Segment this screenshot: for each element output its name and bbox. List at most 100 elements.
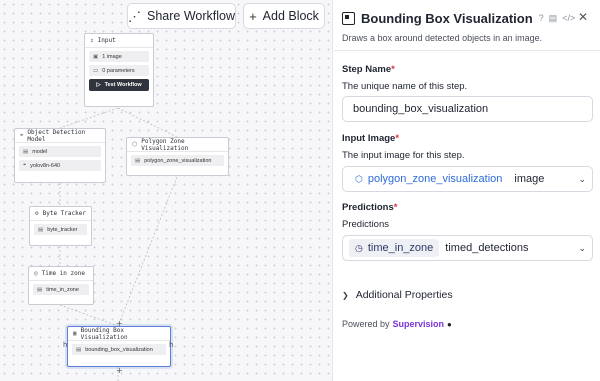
step-reference-chip: ⬡ polygon_zone_visualization: [349, 170, 508, 188]
input-image-help: The input image for this step.: [342, 150, 465, 161]
node-row: ▤ byte_tracker: [34, 224, 87, 235]
edge-input-detection: [59, 107, 119, 129]
node-time-in-zone[interactable]: ◷ Time in zone ▤ time_in_zone: [28, 266, 94, 305]
node-row-label: yolov8n-640: [30, 162, 61, 169]
node-title: Time in zone: [41, 270, 85, 277]
block-icon: ▤: [38, 226, 44, 233]
node-header: ◷ Time in zone: [29, 267, 93, 281]
tracker-icon: ⚙: [35, 210, 39, 217]
test-workflow-button[interactable]: ▷ Test Workflow: [89, 79, 149, 91]
node-row-label: 0 parameters: [102, 67, 135, 74]
block-properties-panel: Bounding Box Visualization ? ▤ </> ✕ Dra…: [334, 0, 600, 381]
predictions-value: timed_detections: [445, 242, 529, 254]
node-row-label: bounding_box_visualization: [85, 346, 153, 353]
node-header: ↥ Input: [85, 34, 153, 48]
node-row: ▤ polygon_zone_visualization: [131, 155, 224, 166]
node-title: Polygon Zone Visualization: [141, 137, 189, 152]
share-icon: ⋰: [128, 8, 141, 24]
help-icon[interactable]: ?: [539, 13, 544, 23]
weights-icon: ⌖: [23, 162, 27, 168]
step-name-label-text: Step Name: [342, 64, 392, 75]
chip-label: polygon_zone_visualization: [367, 173, 503, 185]
edge-time-bbox: [59, 304, 119, 327]
predictions-label: Predictions*: [342, 202, 397, 213]
node-object-detection[interactable]: ⌖ Object Detection Model ▤ model ⌖ yolov…: [14, 128, 106, 183]
node-header: ⬡ Polygon Zone Visualization: [127, 138, 228, 152]
node-row-label: byte_tracker: [47, 226, 78, 233]
add-block-label: Add Block: [262, 9, 319, 23]
code-icon[interactable]: </>: [562, 13, 575, 23]
workflow-edges: [59, 107, 178, 381]
additional-properties-toggle[interactable]: ❯ Additional Properties: [342, 289, 453, 301]
predictions-select[interactable]: ◷ time_in_zone timed_detections ⌄: [342, 235, 593, 261]
github-icon[interactable]: ●: [447, 320, 452, 329]
additional-properties-label: Additional Properties: [355, 289, 453, 301]
powered-by: Powered by Supervision ●: [342, 319, 452, 329]
input-image-label: Input Image*: [342, 133, 399, 144]
powered-by-text: Powered by: [342, 319, 390, 329]
chip-label: time_in_zone: [367, 242, 434, 254]
step-name-help: The unique name of this step.: [342, 81, 468, 92]
predictions-label-text: Predictions: [342, 202, 394, 213]
chevron-down-icon: ⌄: [578, 173, 586, 184]
add-block-button[interactable]: + Add Block: [243, 3, 325, 29]
node-bounding-box[interactable]: ▣ Bounding Box Visualization ▤ bounding_…: [67, 326, 171, 367]
bounding-box-icon: [342, 11, 355, 25]
add-connection-plus-icon[interactable]: +: [116, 367, 123, 375]
chevron-down-icon: ⌄: [578, 242, 586, 253]
divider: [334, 50, 600, 51]
image-icon: ▣: [93, 53, 99, 60]
panel-description: Draws a box around detected objects in a…: [342, 33, 543, 43]
node-row-label: time_in_zone: [46, 286, 79, 293]
close-icon[interactable]: ✕: [578, 10, 588, 24]
edge-input-polygon: [117, 107, 178, 138]
resize-handle-icon[interactable]: h: [169, 342, 173, 349]
node-row: ▤ bounding_box_visualization: [72, 344, 166, 355]
share-workflow-label: Share Workflow: [147, 9, 235, 23]
block-icon: ▤: [76, 346, 82, 353]
required-mark: *: [395, 133, 400, 144]
block-icon: ▤: [135, 157, 141, 164]
workflow-canvas[interactable]: ⋰ Share Workflow + Add Block ↥ Input ▣ 1…: [0, 0, 333, 381]
polygon-icon: ⬡: [132, 141, 138, 148]
required-mark: *: [393, 202, 398, 213]
node-title: Object Detection Model: [27, 128, 86, 143]
node-title: Bounding Box Visualization: [80, 326, 128, 341]
edge-polygon-bbox: [117, 176, 178, 327]
node-row: ▭ 0 parameters: [89, 65, 149, 76]
input-image-select[interactable]: ⬡ polygon_zone_visualization image ⌄: [342, 166, 593, 192]
node-byte-tracker[interactable]: ⚙ Byte Tracker ▤ byte_tracker: [29, 206, 92, 246]
polygon-icon: ⬡: [355, 173, 363, 184]
panel-header: Bounding Box Visualization ? ▤ </> ✕: [342, 8, 600, 28]
step-reference-chip: ◷ time_in_zone: [349, 239, 440, 257]
node-row: ▤ model: [19, 146, 101, 157]
resize-handle-icon[interactable]: h: [63, 342, 67, 349]
parameters-icon: ▭: [93, 67, 99, 74]
input-image-label-text: Input Image: [342, 133, 396, 144]
input-image-value: image: [514, 173, 545, 185]
supervision-link[interactable]: Supervision: [393, 319, 445, 329]
docs-icon[interactable]: ▤: [549, 13, 558, 24]
node-row: ▤ time_in_zone: [33, 284, 89, 295]
test-workflow-label: Test Workflow: [104, 82, 142, 88]
node-title: Input: [97, 37, 116, 44]
plus-icon: +: [249, 8, 257, 24]
required-mark: *: [391, 64, 395, 75]
detection-icon: ⌖: [20, 131, 24, 139]
add-connection-plus-icon[interactable]: +: [116, 320, 123, 328]
block-icon: ▤: [37, 286, 43, 293]
node-row-label: 1 image: [102, 53, 122, 60]
node-input[interactable]: ↥ Input ▣ 1 image ▭ 0 parameters ▷ Test …: [84, 33, 154, 107]
node-row-label: polygon_zone_visualization: [144, 157, 212, 164]
step-name-label: Step Name*: [342, 64, 395, 75]
panel-title: Bounding Box Visualization: [361, 10, 533, 26]
play-icon: ▷: [96, 82, 101, 88]
node-row: ▣ 1 image: [89, 51, 149, 62]
step-name-input[interactable]: bounding_box_visualization: [342, 96, 593, 122]
predictions-help: Predictions: [342, 219, 389, 230]
node-polygon-zone[interactable]: ⬡ Polygon Zone Visualization ▤ polygon_z…: [126, 137, 229, 176]
node-row-label: model: [32, 148, 48, 155]
model-icon: ▤: [23, 148, 29, 155]
clock-icon: ◷: [34, 270, 38, 277]
share-workflow-button[interactable]: ⋰ Share Workflow: [127, 3, 236, 29]
